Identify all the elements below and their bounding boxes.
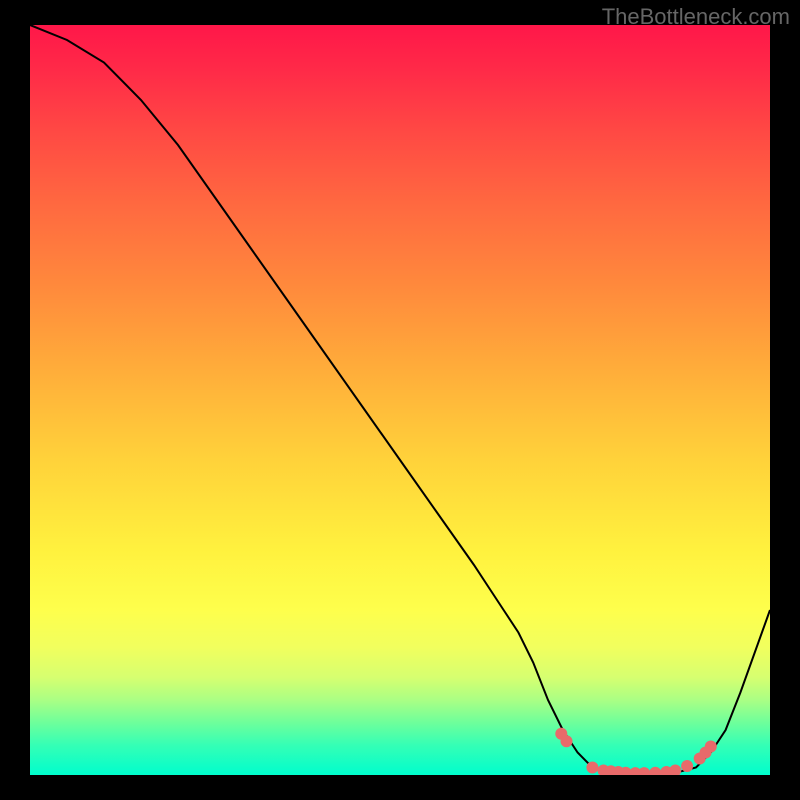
chart-marker <box>681 760 693 772</box>
chart-svg <box>30 25 770 775</box>
chart-marker <box>649 767 661 775</box>
chart-marker <box>638 767 650 775</box>
chart-marker <box>705 741 717 753</box>
chart-markers <box>555 728 717 775</box>
chart-marker <box>669 765 681 776</box>
watermark-text: TheBottleneck.com <box>602 4 790 30</box>
bottleneck-curve-line <box>30 25 770 774</box>
chart-marker <box>586 762 598 774</box>
chart-plot-area <box>30 25 770 775</box>
chart-marker <box>561 735 573 747</box>
